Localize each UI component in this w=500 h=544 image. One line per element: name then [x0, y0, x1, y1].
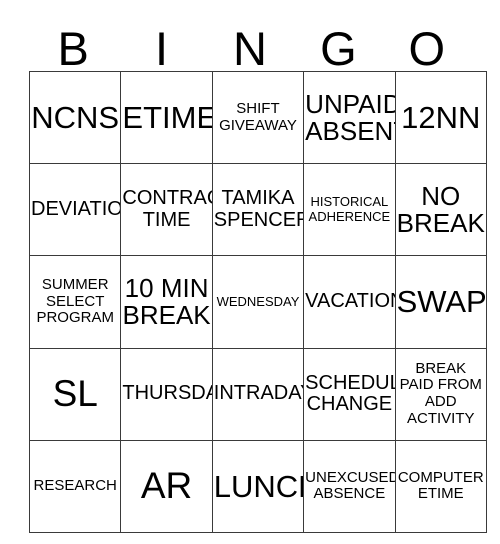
bingo-cell-label: SCHEDULE CHANGE: [305, 371, 394, 416]
bingo-cell[interactable]: NCNS: [28, 70, 122, 165]
bingo-cell[interactable]: SHIFT GIVEAWAY: [211, 70, 305, 165]
bingo-header-letter-g: G: [320, 21, 357, 75]
bingo-row: RESEARCH AR LUNCH UNEXCUSED ABSENCE COMP…: [28, 439, 487, 533]
bingo-cell-label: SHIFT GIVEAWAY: [219, 99, 297, 134]
bingo-cell-label: WEDNESDAY: [216, 293, 300, 309]
bingo-cell-label: HISTORICAL ADHERENCE: [308, 193, 391, 224]
bingo-cell[interactable]: SUMMER SELECT PROGRAM: [28, 255, 122, 349]
bingo-cell-label: SL: [52, 373, 98, 415]
bingo-cell-label: SWAP: [396, 284, 487, 320]
bingo-header-letter-o: O: [408, 21, 446, 75]
bingo-row: DEVIATION CONTRACT TIME TAMIKA SPENCER H…: [28, 163, 487, 257]
bingo-cell[interactable]: BREAK PAID FROM ADD ACTIVITY: [394, 347, 487, 441]
bingo-cell-label: UNPAID ABSENT: [305, 88, 396, 146]
bingo-cell[interactable]: UNEXCUSED ABSENCE: [303, 439, 396, 533]
bingo-cell-label: CONTRACT TIME: [122, 187, 211, 231]
bingo-cell-label: BREAK PAID FROM ADD ACTIVITY: [399, 359, 482, 427]
bingo-cell[interactable]: NO BREAK: [394, 163, 487, 257]
bingo-cell-label: RESEARCH: [33, 476, 117, 494]
bingo-cell[interactable]: ETIME: [120, 70, 213, 165]
bingo-cell-label: NO BREAK: [396, 180, 485, 238]
bingo-cell[interactable]: CONTRACT TIME: [120, 163, 213, 257]
bingo-cell-label: UNEXCUSED ABSENCE: [305, 468, 396, 503]
bingo-cell-label: LUNCH: [213, 468, 303, 504]
bingo-header-letter-i: I: [155, 21, 169, 75]
bingo-cell[interactable]: VACATION: [303, 255, 396, 349]
bingo-cell[interactable]: WEDNESDAY: [211, 255, 305, 349]
bingo-cell[interactable]: INTRADAY: [211, 347, 305, 441]
bingo-row: SUMMER SELECT PROGRAM 10 MIN BREAK WEDNE…: [28, 255, 487, 349]
bingo-cell[interactable]: 12NN: [394, 70, 487, 165]
bingo-cell[interactable]: DEVIATION: [28, 163, 122, 257]
bingo-cell[interactable]: COMPUTER ETIME: [394, 439, 487, 533]
bingo-cell-label: AR: [140, 465, 193, 507]
bingo-cell-label: 10 MIN BREAK: [122, 272, 211, 330]
bingo-cell-label: 12NN: [401, 99, 481, 135]
bingo-cell-label: INTRADAY: [213, 382, 304, 405]
bingo-cell-label: SUMMER SELECT PROGRAM: [36, 275, 114, 327]
bingo-cell[interactable]: TAMIKA SPENCER: [211, 163, 305, 257]
bingo-cell[interactable]: RESEARCH: [28, 439, 122, 533]
bingo-cell[interactable]: 10 MIN BREAK: [120, 255, 213, 349]
bingo-cell[interactable]: LUNCH: [211, 439, 305, 533]
bingo-cell-label: ETIME: [122, 99, 213, 135]
bingo-cell-label: THURSDAY: [122, 382, 211, 405]
bingo-cell[interactable]: UNPAID ABSENT: [303, 70, 396, 165]
bingo-cell-label: VACATION: [305, 290, 396, 313]
bingo-cell-label: DEVIATION: [31, 197, 120, 220]
bingo-card: B I N G O NCNS ETIME SHIFT GIVEAWAY UNPA…: [28, 14, 487, 533]
bingo-cell[interactable]: SWAP: [394, 255, 487, 349]
bingo-cell[interactable]: THURSDAY: [120, 347, 213, 441]
bingo-row: NCNS ETIME SHIFT GIVEAWAY UNPAID ABSENT …: [28, 70, 487, 165]
bingo-header-letter-b: B: [57, 21, 89, 75]
bingo-cell-label: NCNS: [31, 99, 120, 135]
bingo-cell-label: TAMIKA SPENCER: [213, 187, 304, 231]
bingo-cell[interactable]: SCHEDULE CHANGE: [303, 347, 396, 441]
bingo-header-row: B I N G O: [29, 14, 471, 75]
bingo-cell[interactable]: HISTORICAL ADHERENCE: [303, 163, 396, 257]
bingo-row: SL THURSDAY INTRADAY SCHEDULE CHANGE BRE…: [28, 347, 487, 441]
bingo-grid: NCNS ETIME SHIFT GIVEAWAY UNPAID ABSENT …: [28, 70, 487, 533]
bingo-header-letter-n: N: [233, 21, 267, 75]
bingo-cell-label: COMPUTER ETIME: [397, 468, 484, 503]
bingo-cell[interactable]: AR: [120, 439, 213, 533]
bingo-cell[interactable]: SL: [28, 347, 122, 441]
